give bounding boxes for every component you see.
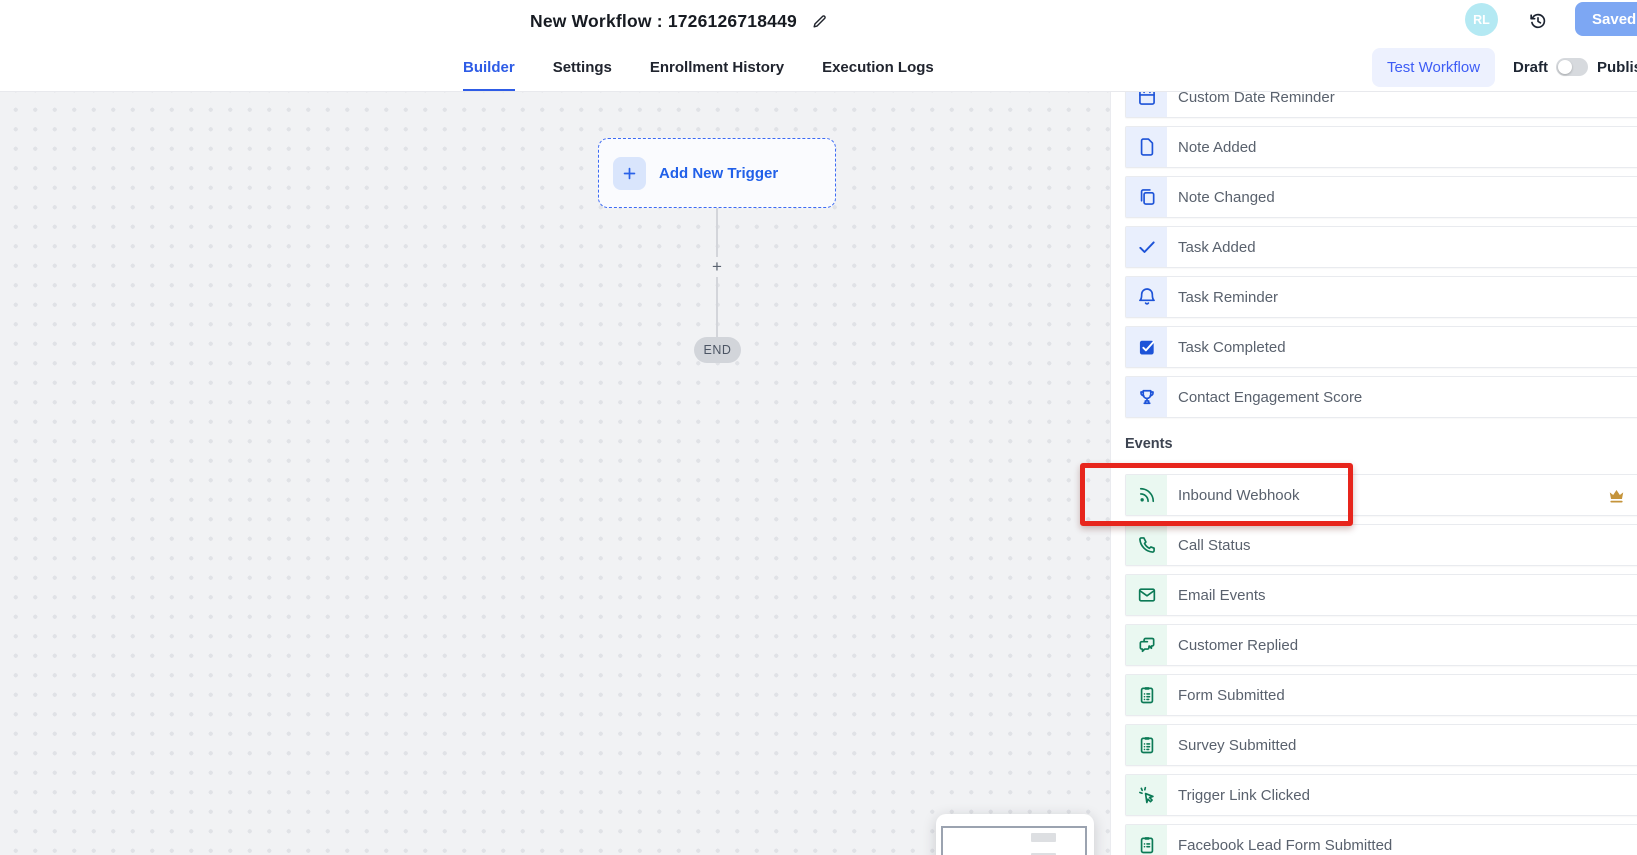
trigger-item-facebook-lead-form-submitted[interactable]: Facebook Lead Form Submitted <box>1125 824 1637 855</box>
test-workflow-button[interactable]: Test Workflow <box>1372 48 1495 87</box>
avatar[interactable]: RL <box>1465 3 1498 36</box>
trigger-item-label: Call Status <box>1178 537 1251 554</box>
trigger-item-label: Survey Submitted <box>1178 737 1296 754</box>
end-node: END <box>694 337 741 363</box>
trigger-item-label: Task Completed <box>1178 339 1286 356</box>
chat-reply-icon <box>1126 625 1167 665</box>
trigger-item-email-events[interactable]: Email Events <box>1125 574 1637 616</box>
phone-icon <box>1126 525 1167 565</box>
edit-title-pencil-icon[interactable] <box>811 13 828 30</box>
publish-toggle[interactable] <box>1556 58 1588 76</box>
trigger-list-sidebar: Custom Date Reminder Note Added Note Cha… <box>1110 91 1637 855</box>
saved-button[interactable]: Saved <box>1575 2 1637 36</box>
preview-frame <box>941 826 1087 855</box>
draft-label: Draft <box>1513 43 1548 91</box>
notes-copy-icon <box>1126 177 1167 217</box>
add-step-plus-button[interactable]: + <box>708 257 726 277</box>
trigger-item-note-added[interactable]: Note Added <box>1125 126 1637 168</box>
add-new-trigger-label: Add New Trigger <box>659 165 778 182</box>
trigger-item-task-completed[interactable]: Task Completed <box>1125 326 1637 368</box>
workflow-canvas[interactable]: Add New Trigger + END <box>0 91 1110 855</box>
history-icon[interactable] <box>1528 11 1548 31</box>
tab-settings[interactable]: Settings <box>553 43 612 91</box>
tab-execution-logs[interactable]: Execution Logs <box>822 43 934 91</box>
tabs: Builder Settings Enrollment History Exec… <box>463 43 934 91</box>
trigger-item-label: Task Reminder <box>1178 289 1278 306</box>
trigger-item-task-added[interactable]: Task Added <box>1125 226 1637 268</box>
trigger-item-label: Form Submitted <box>1178 687 1285 704</box>
trigger-item-note-changed[interactable]: Note Changed <box>1125 176 1637 218</box>
mail-icon <box>1126 575 1167 615</box>
trigger-item-label: Contact Engagement Score <box>1178 389 1362 406</box>
sidebar-section-title: Events <box>1125 435 1637 453</box>
workflow-title-wrap: New Workflow : 1726126718449 <box>530 0 828 43</box>
trigger-item-label: Customer Replied <box>1178 637 1298 654</box>
preview-placeholder-bar <box>1031 833 1056 842</box>
trigger-item-trigger-link-clicked[interactable]: Trigger Link Clicked <box>1125 774 1637 816</box>
link-click-icon <box>1126 775 1167 815</box>
crown-icon <box>1607 486 1626 505</box>
trigger-item-label: Facebook Lead Form Submitted <box>1178 837 1392 854</box>
trigger-item-survey-submitted[interactable]: Survey Submitted <box>1125 724 1637 766</box>
trigger-item-label: Note Added <box>1178 139 1256 156</box>
trigger-item-task-reminder[interactable]: Task Reminder <box>1125 276 1637 318</box>
page-title: New Workflow : 1726126718449 <box>530 11 797 32</box>
publish-label: Publish <box>1597 43 1637 91</box>
trigger-list: Custom Date Reminder Note Added Note Cha… <box>1125 91 1637 855</box>
tab-enrollment-history[interactable]: Enrollment History <box>650 43 784 91</box>
survey-icon <box>1126 725 1167 765</box>
trigger-item-label: Inbound Webhook <box>1178 487 1300 504</box>
top-bar: New Workflow : 1726126718449 RL Saved <box>0 0 1637 43</box>
trigger-item-call-status[interactable]: Call Status <box>1125 524 1637 566</box>
workflow-builder-app: New Workflow : 1726126718449 RL Saved Bu… <box>0 0 1637 855</box>
trophy-icon <box>1126 377 1167 417</box>
trigger-item-label: Trigger Link Clicked <box>1178 787 1310 804</box>
node-preview-panel <box>936 814 1094 855</box>
trigger-item-label: Email Events <box>1178 587 1266 604</box>
form-icon <box>1126 675 1167 715</box>
trigger-item-form-submitted[interactable]: Form Submitted <box>1125 674 1637 716</box>
trigger-item-inbound-webhook[interactable]: Inbound Webhook <box>1125 474 1637 516</box>
bell-icon <box>1126 277 1167 317</box>
trigger-item-label: Task Added <box>1178 239 1256 256</box>
add-new-trigger-node[interactable]: Add New Trigger <box>598 138 836 208</box>
tab-builder[interactable]: Builder <box>463 43 515 91</box>
note-icon <box>1126 127 1167 167</box>
facebook-form-icon <box>1126 825 1167 855</box>
plus-icon <box>613 157 646 190</box>
task-completed-icon <box>1126 327 1167 367</box>
calendar-icon <box>1126 91 1167 117</box>
tab-bar: Builder Settings Enrollment History Exec… <box>0 43 1637 92</box>
trigger-item-custom-date-reminder[interactable]: Custom Date Reminder <box>1125 91 1637 118</box>
trigger-item-label: Note Changed <box>1178 189 1275 206</box>
trigger-item-label: Custom Date Reminder <box>1178 91 1335 106</box>
trigger-item-customer-replied[interactable]: Customer Replied <box>1125 624 1637 666</box>
trigger-item-contact-engagement-score[interactable]: Contact Engagement Score <box>1125 376 1637 418</box>
toggle-knob <box>1558 60 1572 74</box>
check-icon <box>1126 227 1167 267</box>
webhook-icon <box>1126 475 1167 515</box>
